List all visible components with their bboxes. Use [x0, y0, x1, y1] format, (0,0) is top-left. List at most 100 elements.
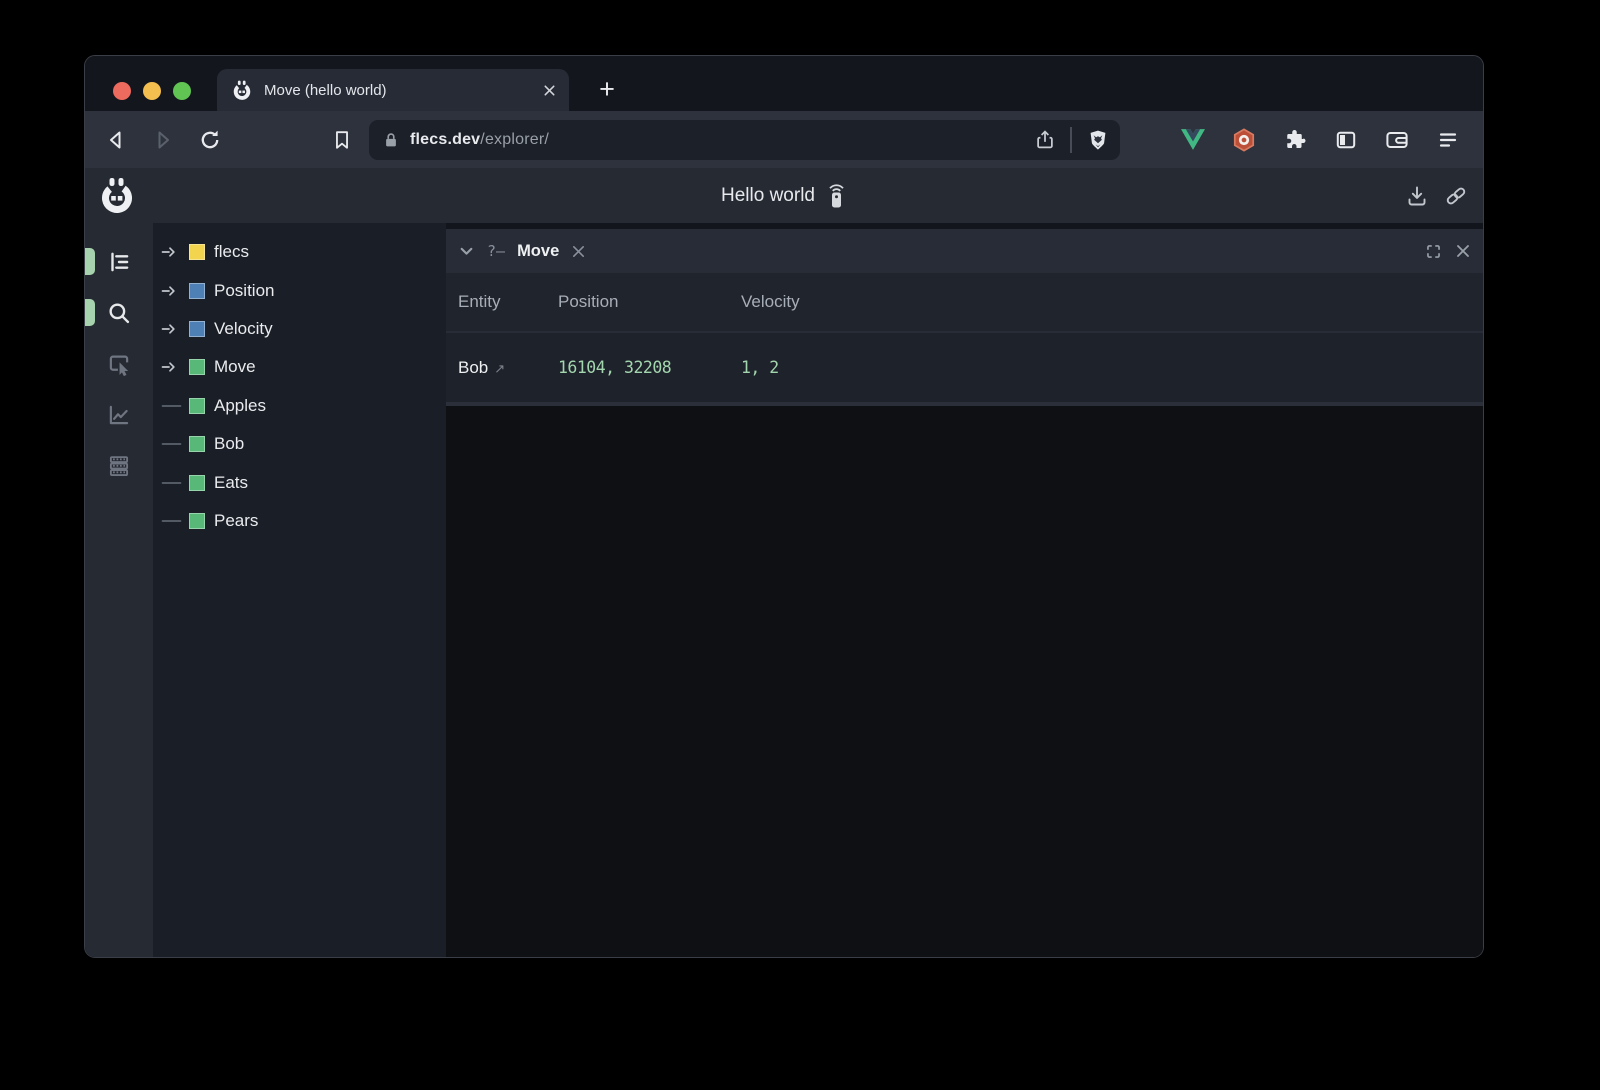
tree-item-connector: [161, 475, 189, 491]
tree-item[interactable]: Position: [153, 271, 446, 309]
tree-item-swatch: [189, 398, 205, 414]
tree-item-swatch: [189, 513, 205, 529]
data-tables-icon[interactable]: [85, 440, 153, 491]
tree-leaf-line: [161, 513, 183, 529]
tree-item-label: Pears: [214, 511, 258, 531]
query-clear-icon[interactable]: [571, 244, 586, 259]
column-header-velocity: Velocity: [741, 292, 800, 312]
bookmark-icon[interactable]: [327, 125, 357, 155]
table-row[interactable]: Bob↗ 16104, 32208 1, 2: [446, 333, 1483, 402]
url-bar[interactable]: flecs.dev/explorer/: [369, 120, 1120, 160]
tree-item-connector: [161, 513, 189, 529]
tree-item-swatch: [189, 244, 205, 260]
query-title: Move: [517, 242, 559, 261]
extensions-puzzle-icon[interactable]: [1282, 127, 1308, 153]
remote-connection-icon[interactable]: [826, 182, 847, 209]
tree-list: flecs Position Velocity: [153, 233, 446, 540]
inspector-icon[interactable]: [85, 338, 153, 389]
flecs-favicon: [231, 79, 253, 101]
tree-expand-arrow: [161, 359, 179, 375]
browser-window: Move (hello world) +: [84, 55, 1484, 958]
tree-item-connector: [161, 321, 189, 337]
tree-item[interactable]: flecs: [153, 233, 446, 271]
browser-menu-icon[interactable]: [1435, 127, 1461, 153]
tree-item-connector: [161, 283, 189, 299]
tree-item-label: Apples: [214, 396, 266, 416]
vue-devtools-icon[interactable]: [1180, 127, 1206, 153]
entity-name[interactable]: Bob: [458, 358, 488, 377]
tree-item-swatch: [189, 475, 205, 491]
column-header-entity: Entity: [458, 292, 558, 312]
query-panel-header: ?– Move: [446, 229, 1483, 273]
tree-item-connector: [161, 359, 189, 375]
tree-item-swatch: [189, 436, 205, 452]
close-window-button[interactable]: [113, 82, 131, 100]
collapse-chevron-icon[interactable]: [458, 243, 475, 260]
tree-item[interactable]: Bob: [153, 425, 446, 463]
tool-sidebar: [85, 223, 153, 958]
tree-leaf-line: [161, 436, 183, 452]
tree-expand-arrow: [161, 244, 179, 260]
tree-item-label: Move: [214, 357, 256, 377]
query-panel: ?– Move: [446, 229, 1483, 958]
urlbar-divider: [1070, 127, 1072, 153]
query-type-icon: ?–: [487, 242, 505, 260]
forward-icon[interactable]: [148, 125, 178, 155]
url-path: /explorer/: [480, 131, 549, 148]
tree-item[interactable]: Velocity: [153, 310, 446, 348]
extension-buttons: [1180, 127, 1461, 153]
entity-tree-panel: flecs Position Velocity: [153, 223, 446, 958]
tree-item-swatch: [189, 359, 205, 375]
wallet-icon[interactable]: [1384, 127, 1410, 153]
tree-item[interactable]: Apples: [153, 387, 446, 425]
stats-chart-icon[interactable]: [85, 389, 153, 440]
reload-icon[interactable]: [195, 125, 225, 155]
tree-item-label: Bob: [214, 434, 244, 454]
download-icon[interactable]: [1404, 183, 1430, 209]
url-text: flecs.dev/explorer/: [410, 131, 549, 149]
entity-link-icon[interactable]: ↗: [494, 361, 505, 376]
column-header-position: Position: [558, 292, 741, 312]
tab-close-icon[interactable]: [542, 83, 557, 98]
tab-title: Move (hello world): [264, 82, 542, 99]
sidebar-toggle-icon[interactable]: [1333, 127, 1359, 153]
tree-item-connector: [161, 398, 189, 414]
share-icon[interactable]: [1034, 129, 1056, 151]
main-area: ?– Move: [446, 223, 1483, 958]
url-domain: flecs.dev: [410, 131, 480, 148]
tree-item-label: Eats: [214, 473, 248, 493]
new-tab-button[interactable]: +: [589, 69, 625, 109]
tree-item-label: flecs: [214, 242, 249, 262]
panel-close-icon[interactable]: [1455, 243, 1471, 259]
brave-shields-icon[interactable]: [1086, 128, 1110, 152]
back-icon[interactable]: [101, 125, 131, 155]
tree-item[interactable]: Eats: [153, 463, 446, 501]
world-title: Hello world: [721, 185, 815, 207]
tree-item-label: Velocity: [214, 319, 273, 339]
desktop-background: Move (hello world) +: [0, 0, 1600, 1090]
tree-item[interactable]: Move: [153, 348, 446, 386]
zoom-window-button[interactable]: [173, 82, 191, 100]
position-value: 16104, 32208: [558, 358, 741, 377]
browser-navbar: flecs.dev/explorer/: [85, 111, 1483, 168]
tree-leaf-line: [161, 398, 183, 414]
minimize-window-button[interactable]: [143, 82, 161, 100]
tree-item-label: Position: [214, 281, 274, 301]
browser-tab[interactable]: Move (hello world): [217, 69, 569, 111]
hexagon-extension-icon[interactable]: [1231, 127, 1257, 153]
tree-item-swatch: [189, 321, 205, 337]
tree-expand-arrow: [161, 321, 179, 337]
query-results: Bob↗ 16104, 32208 1, 2: [446, 333, 1483, 402]
window-controls: [113, 82, 191, 100]
tree-item[interactable]: Pears: [153, 502, 446, 540]
world-title-group: Hello world: [85, 182, 1483, 209]
search-icon[interactable]: [85, 287, 153, 338]
fullscreen-icon[interactable]: [1424, 242, 1443, 261]
tree-expand-arrow: [161, 283, 179, 299]
app-header: Hello world: [85, 168, 1483, 223]
tree-leaf-line: [161, 475, 183, 491]
browser-titlebar: Move (hello world) +: [85, 56, 1483, 111]
share-link-icon[interactable]: [1443, 183, 1469, 209]
tree-item-swatch: [189, 283, 205, 299]
tree-view-icon[interactable]: [85, 236, 153, 287]
